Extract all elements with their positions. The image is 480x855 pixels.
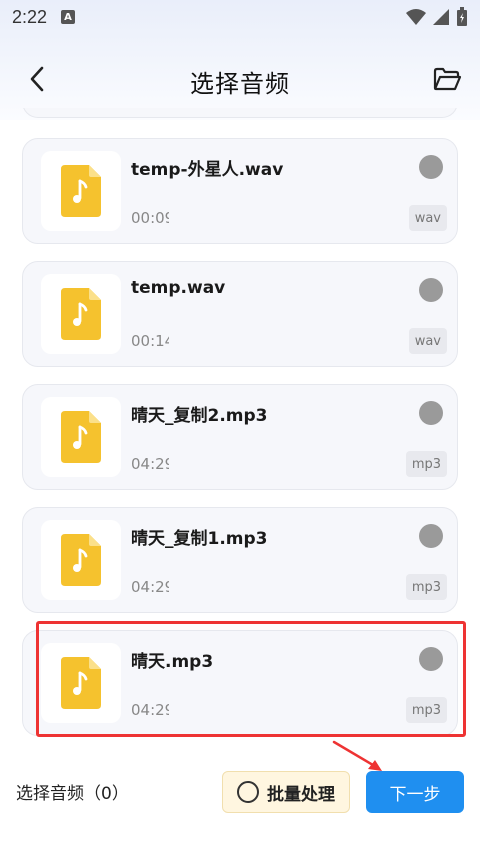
footer-bar: 选择音频（0） 批量处理 下一步 — [0, 743, 480, 855]
select-radio[interactable] — [419, 401, 443, 425]
music-file-icon — [61, 288, 101, 340]
select-radio[interactable] — [419, 647, 443, 671]
file-name: temp.wav — [131, 278, 226, 298]
file-ext-badge: mp3 — [405, 451, 447, 477]
select-radio[interactable] — [419, 524, 443, 548]
file-thumbnail — [41, 397, 121, 477]
file-name: 晴天.mp3 — [131, 652, 214, 672]
select-radio[interactable] — [419, 155, 443, 179]
batch-process-label: 批量处理 — [267, 784, 335, 805]
folder-icon — [433, 67, 462, 91]
list-item[interactable]: 晴天.mp3 04:29 mp3 — [22, 630, 458, 736]
list-item[interactable]: temp.wav 00:14 wav — [22, 261, 458, 367]
page-title: 选择音频 — [190, 70, 290, 98]
open-folder-button[interactable] — [432, 64, 462, 94]
file-thumbnail — [41, 274, 121, 354]
file-duration: 04:29 — [131, 455, 169, 473]
file-thumbnail — [41, 643, 121, 723]
music-file-icon — [61, 411, 101, 463]
wifi-icon — [406, 9, 426, 25]
next-step-button[interactable]: 下一步 — [366, 771, 464, 813]
status-icons — [406, 7, 468, 27]
battery-icon — [457, 7, 467, 26]
file-duration: 04:29 — [131, 578, 169, 596]
file-ext-badge: mp3 — [405, 697, 447, 723]
music-file-icon — [61, 534, 101, 586]
music-file-icon — [61, 657, 101, 709]
file-ext-badge: wav — [408, 205, 447, 231]
file-name: 晴天_复制1.mp3 — [131, 529, 268, 549]
select-radio[interactable] — [419, 278, 443, 302]
file-thumbnail — [41, 151, 121, 231]
music-file-icon — [61, 165, 101, 217]
file-thumbnail — [41, 520, 121, 600]
status-bar: 2:22 A — [0, 0, 480, 34]
file-ext-badge: mp3 — [405, 574, 447, 600]
notification-icon: A — [61, 10, 76, 24]
list-item-partial — [22, 108, 458, 118]
file-duration: 00:14 — [131, 332, 169, 350]
file-duration: 04:29 — [131, 701, 169, 719]
selected-count-label: 选择音频（0） — [16, 784, 129, 804]
file-name: temp-外星人.wav — [131, 160, 284, 180]
circle-icon — [237, 781, 259, 803]
list-item[interactable]: temp-外星人.wav 00:09 wav — [22, 138, 458, 244]
file-duration: 00:09 — [131, 209, 169, 227]
list-item[interactable]: 晴天_复制1.mp3 04:29 mp3 — [22, 507, 458, 613]
list-item[interactable]: 晴天_复制2.mp3 04:29 mp3 — [22, 384, 458, 490]
file-ext-badge: wav — [408, 328, 447, 354]
signal-icon — [433, 9, 449, 25]
status-time: 2:22 — [12, 6, 48, 27]
batch-process-button[interactable]: 批量处理 — [222, 771, 350, 813]
audio-file-list[interactable]: temp-外星人.wav 00:09 wav temp.wav 00:14 wa… — [0, 108, 480, 743]
file-name: 晴天_复制2.mp3 — [131, 406, 268, 426]
